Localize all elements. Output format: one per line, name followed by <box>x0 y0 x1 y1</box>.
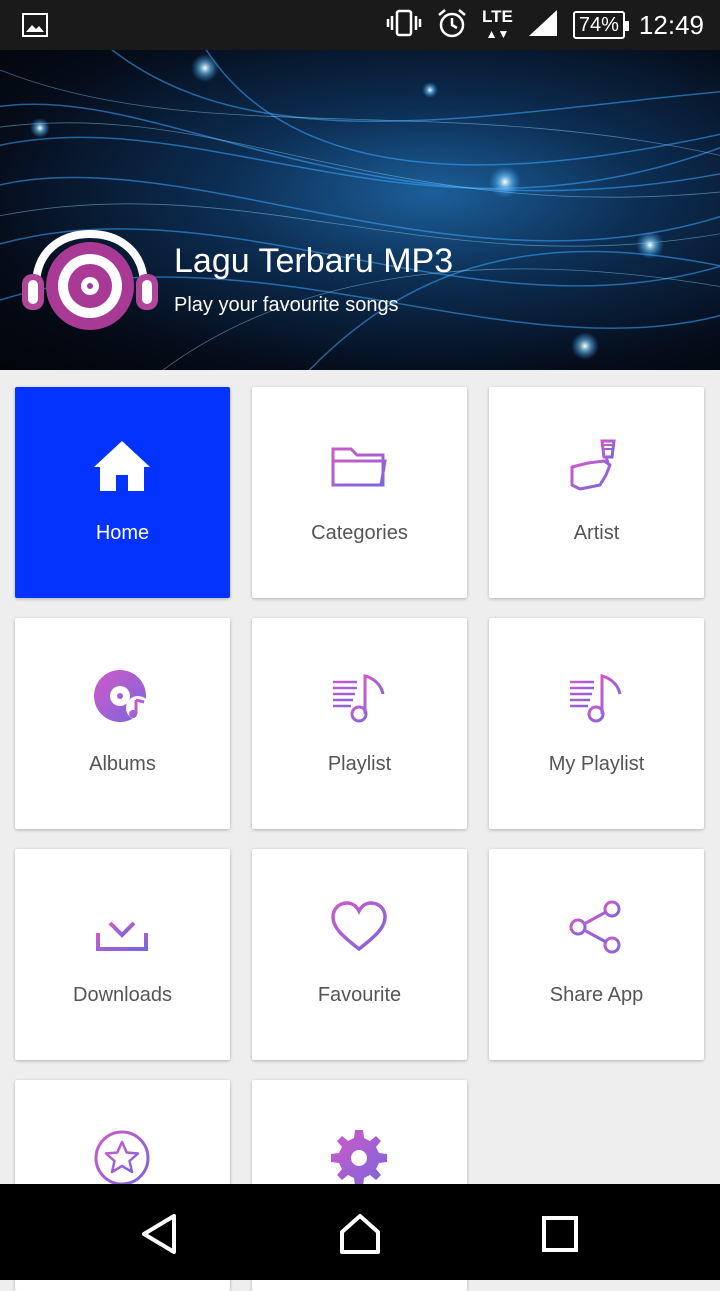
menu-tile-my-playlist[interactable]: My Playlist <box>489 618 704 829</box>
header-banner: Lagu Terbaru MP3 Play your favourite son… <box>0 50 720 370</box>
menu-tile-label: Categories <box>311 522 408 544</box>
menu-tile-label: Playlist <box>327 753 392 775</box>
back-icon[interactable] <box>138 1212 182 1256</box>
battery-indicator: 74% <box>572 11 629 39</box>
folder-icon <box>331 447 387 487</box>
recents-icon[interactable] <box>538 1212 582 1256</box>
menu-tile-artist[interactable]: Artist <box>489 387 704 598</box>
navigation-bar <box>0 1184 720 1280</box>
home-icon <box>94 441 150 491</box>
share-icon <box>569 900 621 954</box>
alarm-icon <box>436 7 468 44</box>
menu-tile-label: Downloads <box>73 984 172 1006</box>
playlist-icon <box>333 674 385 723</box>
image-icon <box>22 13 48 42</box>
menu-tile-label: Home <box>95 522 150 544</box>
home-nav-icon[interactable] <box>338 1212 382 1256</box>
network-type: LTE ▲▼ <box>482 6 513 41</box>
app-title: Lagu Terbaru MP3 <box>174 242 454 280</box>
menu-tile-label: Albums <box>89 753 156 775</box>
menu-tile-label: My Playlist <box>548 753 645 775</box>
menu-tile-label: Favourite <box>317 984 402 1006</box>
menu-tile-label: Share App <box>549 984 644 1006</box>
menu-tile-home[interactable]: Home <box>15 387 230 598</box>
app-subtitle: Play your favourite songs <box>174 294 399 316</box>
vibrate-icon <box>386 9 422 42</box>
download-icon <box>96 903 148 951</box>
artist-icon <box>570 439 616 491</box>
album-icon <box>94 670 150 722</box>
menu-tile-albums[interactable]: Albums <box>15 618 230 829</box>
app-logo <box>22 229 158 330</box>
menu-tile-downloads[interactable]: Downloads <box>15 849 230 1060</box>
heart-icon <box>331 901 387 952</box>
menu-tile-label: Artist <box>573 522 620 544</box>
star-icon <box>94 1130 150 1186</box>
menu-tile-playlist[interactable]: Playlist <box>252 618 467 829</box>
menu-tile-favourite[interactable]: Favourite <box>252 849 467 1060</box>
clock: 12:49 <box>638 9 704 40</box>
status-bar: LTE ▲▼ 74% 12:49 <box>0 0 720 50</box>
menu-tile-share-app[interactable]: Share App <box>489 849 704 1060</box>
menu-tile-categories[interactable]: Categories <box>252 387 467 598</box>
signal-icon <box>527 8 559 43</box>
my-playlist-icon <box>570 674 622 723</box>
gear-icon <box>331 1130 387 1186</box>
